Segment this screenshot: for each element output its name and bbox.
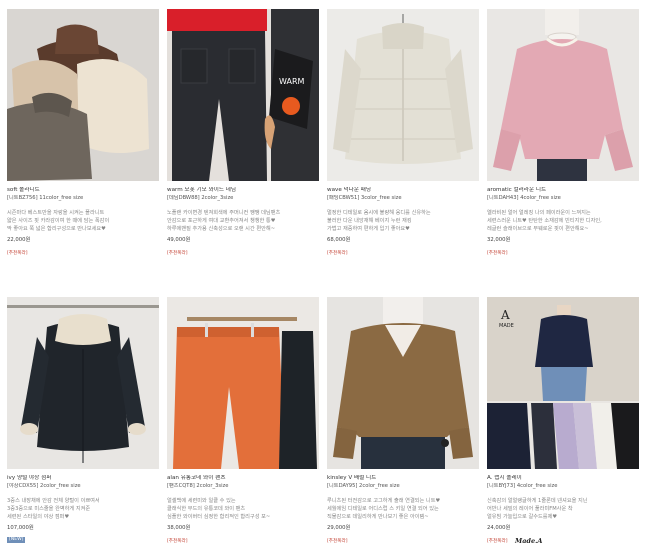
product-options: [팬츠CQT8] 2color_3size — [167, 483, 229, 489]
product-image[interactable] — [7, 297, 159, 469]
product-name[interactable]: kinsley V 배럴 니트 — [327, 475, 479, 482]
product-description: 3중스 내장채에 안감 전체 양털이 이쁘여서 3중3중으로 미스줄을 완벽하게… — [7, 498, 100, 520]
product-options: [야상CDX55] 2color_free size — [7, 483, 81, 489]
product-description: 멀정한 디테일로 옴시에 불량해 웅디를 신유하는 불러한 다운 내앙재해 베이… — [327, 210, 431, 232]
recommend-badge: [추천폭라] — [487, 251, 508, 256]
product-options: [니트BZ756] 11color_free size — [7, 195, 84, 201]
product-price: 32,000원 — [487, 237, 511, 243]
product-price: 68,000원 — [327, 237, 351, 243]
product-name[interactable]: soft 폴라니트 — [7, 187, 159, 194]
product-name[interactable]: alan 유통코데 와이 팬츠 — [167, 475, 319, 482]
product-image[interactable] — [167, 297, 319, 469]
recommend-badge: [추천폭라] — [7, 251, 28, 256]
product-image[interactable] — [7, 9, 159, 181]
product-name[interactable]: ivy 양털 야상 점퍼 — [7, 475, 159, 482]
product-description: 엘라비된 얼어 얼레징 나의 페이라운이 느껴지는 세련스러운 니트♥ 탄탄한 … — [487, 210, 602, 232]
product-price: 38,000원 — [167, 525, 191, 531]
product-options: [니트DAH43] 4color_free size — [487, 195, 561, 201]
product-image[interactable] — [327, 9, 479, 181]
recommend-badge: [추천폭라] — [487, 539, 508, 544]
brand-logo: Made.A — [515, 537, 543, 545]
product-image[interactable] — [487, 9, 639, 181]
product-price: 107,000원 — [7, 525, 34, 531]
product-description: 노플랜 카이변경 텐져회색에 주머니컨 쨍쨍 데님팬츠 안감으로 포근하게 여대… — [167, 210, 281, 232]
recommend-badge: [추천폭라] — [327, 251, 348, 256]
product-description: 시즌마다 베스트만을 자랑을 시켜는 폴라니트 얇은 사이즈 핏 카라감이여 한… — [7, 210, 110, 232]
product-name[interactable]: wave 덕다운 패딩 — [327, 187, 479, 194]
product-price: 24,000원 — [487, 525, 511, 531]
product-price: 29,000원 — [327, 525, 351, 531]
product-name[interactable]: A. 랩지 폴레이 — [487, 475, 639, 482]
product-description: 얼셀백에 세련미와 일클 수 있는 클래식한 무드의 유통코데 와이 팬츠 심플… — [167, 498, 271, 520]
product-name[interactable]: warm 모폿 기모 와이드 데님 — [167, 187, 319, 194]
product-price: 22,000원 — [7, 237, 31, 243]
product-image[interactable]: A MADE — [487, 297, 639, 469]
product-options: [니트BYJ73] 4color_free size — [487, 483, 558, 489]
product-description: 루니츠된 터전감으로 고그하게 출래 연결되는 니트♥ 세월에임 디테일로 어디… — [327, 498, 441, 520]
product-description: 신축감의 얼얼랭글하게 1줄론데 넨셔요을 지닌 어반나 세밀의 레이어 풀라미… — [487, 498, 588, 520]
product-grid: soft 폴라니트 [니트BZ756] 11color_free size 시즌… — [0, 0, 646, 552]
photo-label-made: MADE — [499, 323, 514, 329]
recommend-badge: [추천폭라] — [167, 251, 188, 256]
recommend-badge: [추천폭라] — [327, 539, 348, 544]
product-options: [데님DBW88] 2color_3size — [167, 195, 234, 201]
photo-label-a: A — [500, 308, 510, 322]
product-image[interactable]: WARM — [167, 9, 319, 181]
product-image[interactable] — [327, 297, 479, 469]
svg-text:WARM: WARM — [279, 77, 305, 86]
product-name[interactable]: aromatic 컬러라운 니트 — [487, 187, 639, 194]
product-price: 49,000원 — [167, 237, 191, 243]
recommend-badge: [추천폭라] — [167, 539, 188, 544]
new-badge: [NEW] — [7, 537, 26, 543]
product-options: [니트DAY95] 2color_free size — [327, 483, 400, 489]
product-options: [패딩CBW51] 3color_free size — [327, 195, 402, 201]
